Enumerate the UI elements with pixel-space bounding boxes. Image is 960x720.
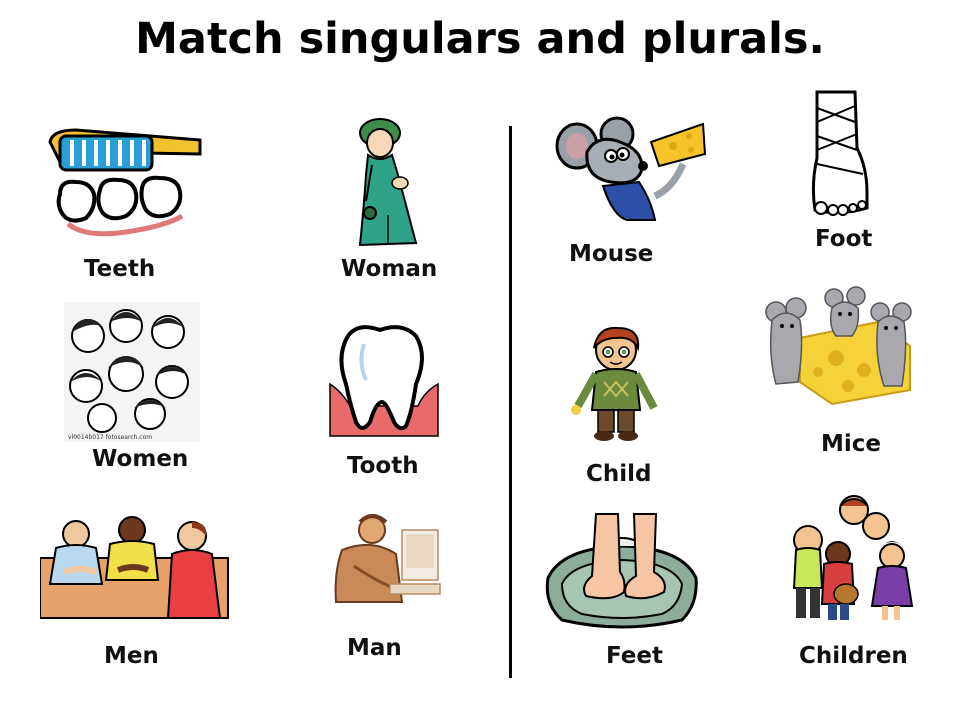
tooth-image — [328, 322, 440, 438]
mice-image — [762, 286, 918, 406]
man-image — [330, 510, 442, 608]
woman-image — [350, 115, 430, 251]
word-feet: Feet — [606, 643, 663, 669]
women-image: vl0014b017 fotosearch.com — [64, 302, 200, 442]
word-women: Women — [92, 446, 189, 472]
word-man: Man — [347, 635, 402, 661]
men-image — [40, 514, 234, 622]
page-title: Match singulars and plurals. — [135, 14, 825, 64]
women-watermark: vl0014b017 fotosearch.com — [68, 434, 152, 441]
word-foot: Foot — [815, 226, 873, 252]
word-mouse: Mouse — [569, 241, 654, 267]
center-divider — [509, 126, 512, 678]
children-image — [788, 494, 914, 626]
word-men: Men — [104, 643, 159, 669]
word-mice: Mice — [821, 431, 882, 457]
word-woman: Woman — [341, 256, 438, 282]
foot-image — [805, 88, 875, 218]
word-tooth: Tooth — [347, 453, 419, 479]
word-children: Children — [799, 643, 908, 669]
mouse-image — [555, 116, 707, 224]
feet-image — [542, 512, 700, 632]
word-teeth: Teeth — [84, 256, 156, 282]
child-image — [568, 326, 660, 442]
teeth-image — [46, 122, 202, 240]
word-child: Child — [586, 461, 652, 487]
